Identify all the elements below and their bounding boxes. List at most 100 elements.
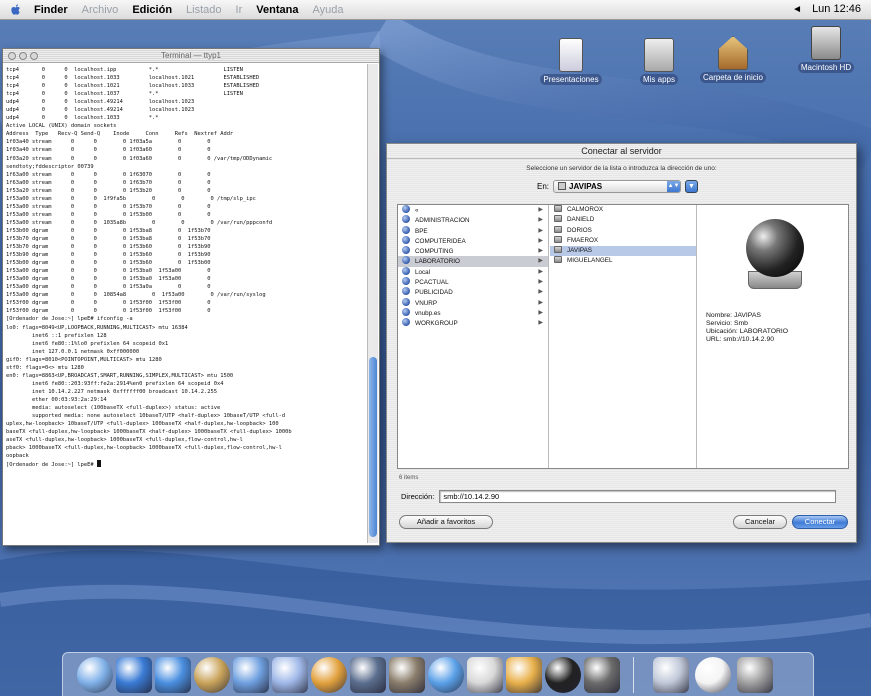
menu-listado[interactable]: Listado [186,4,221,16]
app-folder-icon [644,38,674,72]
scrollbar-thumb[interactable] [369,357,377,537]
item-label: DORIOS [567,226,592,234]
server-item[interactable]: MIGUELANGEL [550,256,696,266]
terminal-output[interactable]: tcp4 0 0 localhost.ipp *.* LISTEN tcp4 0 … [6,66,365,541]
item-label: COMPUTING [415,248,454,256]
network-icon[interactable] [584,657,620,693]
mail-at-icon[interactable] [653,657,689,693]
location-options-button[interactable]: ▼ [685,180,699,193]
document-icon[interactable] [695,657,731,693]
terminal-scrollbar[interactable] [367,64,378,543]
network-globe-icon [402,246,410,255]
workgroup-item[interactable]: BPE ▶ [398,225,548,236]
terminal-window[interactable]: Terminal — ttyp1 tcp4 0 0 localhost.ipp … [2,48,380,546]
home-icon [718,36,748,70]
terminal-line: lo0: flags=8049<UP,LOOPBACK,RUNNING,MULT… [6,324,188,331]
item-label: FMAEROX [567,236,599,244]
terminal-cursor [96,460,101,468]
apple-menu-icon[interactable] [8,3,24,17]
workgroup-item[interactable]: Local ▶ [398,266,548,277]
workgroup-item[interactable]: COMPUTING ▶ [398,246,548,256]
dock-separator [633,657,634,693]
terminal-line: 1f63a00 stream 0 0 0 1f63b70 0 0 [6,179,211,186]
terminal-line: 1f53b00 dgram 0 0 0 1f53ba8 0 1f53b70 [6,227,211,234]
minimize-button[interactable] [19,52,27,60]
address-row: Dirección: smb://10.14.2.90 [401,490,837,503]
terminal-line: 1f53a00 dgram 0 0 10854a8 0 1f53a00 0 /v… [6,292,266,299]
sherlock-icon[interactable] [389,657,425,693]
chevron-right-icon: ▶ [538,279,543,286]
server-item[interactable]: FMAEROX [550,235,696,246]
workgroup-item[interactable]: PUBLICIDAD ▶ [398,287,548,297]
desktop-icon-carpeta-inicio[interactable]: Carpeta de inicio [688,36,778,83]
workgroup-item[interactable]: ADMINISTRACION ▶ [398,215,548,225]
ie-icon[interactable] [155,657,191,693]
terminal-line: [Ordenador de Jose:~] lpeE# [6,460,365,469]
terminal-line: 1f53a00 stream 0 0 1f9fa5b 0 0 0 /tmp/sl… [6,195,256,202]
item-label: ADMINISTRACION [415,217,470,225]
itunes-disc-icon[interactable] [506,657,542,693]
workgroup-item[interactable]: «▶ [398,205,548,215]
server-item[interactable]: DORIOS [550,225,696,236]
itunes-icon[interactable] [272,657,308,693]
zoom-button[interactable] [30,52,38,60]
terminal-line: ether 00:03:93:2a:29:14 [6,396,107,403]
apple-icon[interactable] [467,657,503,693]
chevron-right-icon: ▶ [538,217,543,224]
iphoto-icon[interactable] [311,657,347,693]
network-globe-icon [402,318,410,327]
volume-icon[interactable]: ◄ [792,4,802,15]
server-column: CALMOROX DANIELD DORIOS FMAEROX JAVIPAS MIGUE… [550,205,697,468]
address-book-icon[interactable] [194,657,230,693]
imovie-icon[interactable] [350,657,386,693]
location-popup[interactable]: JAVIPAS ▲▼ [553,180,682,193]
menu-edicion[interactable]: Edición [132,4,172,16]
terminal-line: aseTX <full-duplex,hw-loopback> 1000base… [6,437,243,444]
cancel-button[interactable]: Cancelar [733,515,787,529]
server-item[interactable]: JAVIPAS [550,246,696,257]
menu-ventana[interactable]: Ventana [256,4,298,16]
workgroup-item[interactable]: COMPUTERIDEA ▶ [398,235,548,246]
finder-icon[interactable] [77,657,113,693]
terminal-icon[interactable] [545,657,581,693]
terminal-line: 1f53a00 dgram 0 0 0 1f53a0a 0 0 [6,284,211,291]
item-label: vnubp.es [415,309,441,317]
server-volume-icon [554,235,562,243]
workgroup-item[interactable]: VNURP ▶ [398,297,548,308]
chevron-right-icon: ▶ [538,268,543,275]
chevron-right-icon: ▶ [538,320,543,327]
menu-archivo[interactable]: Archivo [82,4,119,16]
workgroup-item[interactable]: vnubp.es ▶ [398,307,548,318]
menu-ayuda[interactable]: Ayuda [312,4,343,16]
mail-icon[interactable] [116,657,152,693]
terminal-line: 1f03a40 stream 0 0 0 1f03a60 0 0 [6,147,211,154]
menu-finder[interactable]: Finder [34,4,68,16]
terminal-line: 1f53b90 dgram 0 0 0 1f53b60 0 1f53b90 [6,252,211,259]
terminal-line: tcp4 0 0 localhost.1021 localhost.1033 E… [6,83,260,90]
server-item[interactable]: DANIELD [550,215,696,225]
menu-ir[interactable]: Ir [236,4,243,16]
server-item[interactable]: CALMOROX [550,205,696,215]
network-globe-icon [402,205,410,213]
menu-clock[interactable]: Lun 12:46 [812,3,861,15]
desktop-icon-macintosh-hd[interactable]: Macintosh HD [781,26,871,73]
dock [62,652,814,696]
chevron-right-icon: ▶ [538,289,543,296]
address-field[interactable]: smb://10.14.2.90 [439,490,837,503]
quicktime-icon[interactable] [428,657,464,693]
connect-button[interactable]: Conectar [792,515,848,529]
workgroup-item[interactable]: LABORATORIO ▶ [398,256,548,267]
trash-icon[interactable] [737,657,773,693]
terminal-titlebar[interactable]: Terminal — ttyp1 [3,49,379,63]
add-favorites-button[interactable]: Añadir a favoritos [399,515,493,529]
workgroup-item[interactable]: PCACTUAL ▶ [398,277,548,287]
hard-disk-icon [811,26,841,60]
desktop-icon-label: Mis apps [639,74,678,85]
item-label: Local [415,268,431,276]
item-count: 6 items [399,475,419,481]
workgroup-item[interactable]: WORKGROUP ▶ [398,318,548,328]
close-button[interactable] [8,52,16,60]
ichat-icon[interactable] [233,657,269,693]
terminal-line: inet 127.0.0.1 netmask 0xff000000 [6,348,140,355]
desktop-icon-presentaciones[interactable]: Presentaciones [526,38,616,85]
